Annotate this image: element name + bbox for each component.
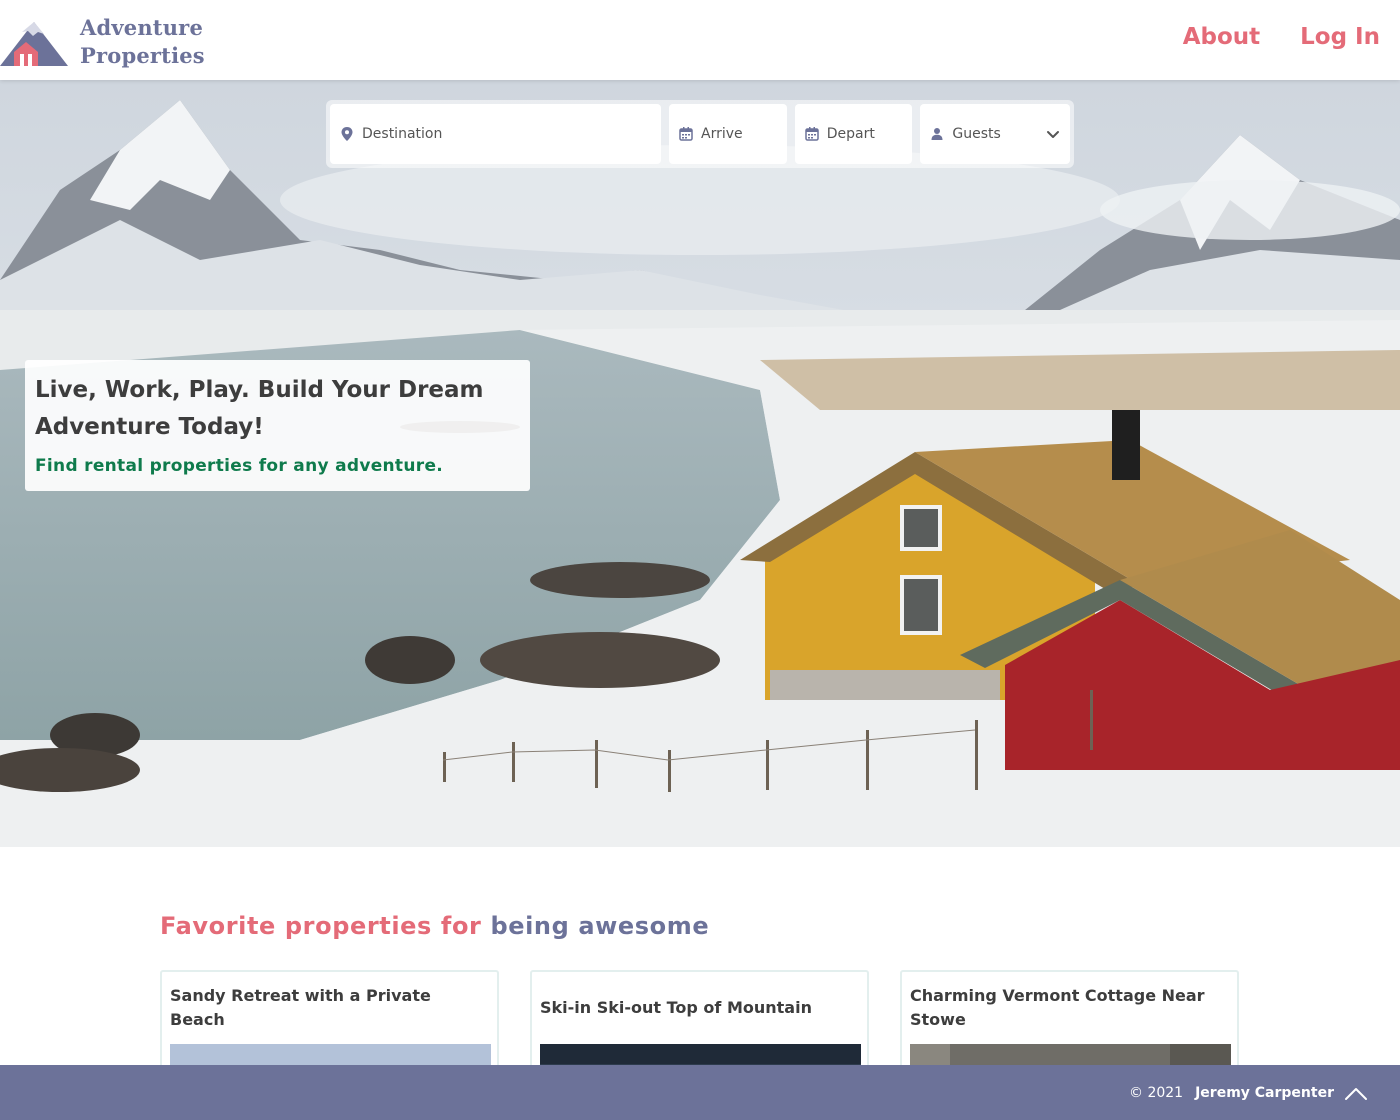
logo-wordmark: Adventure Properties (80, 14, 205, 70)
footer-credits: © 2021 Jeremy Carpenter (1129, 1065, 1334, 1120)
destination-placeholder: Destination (362, 126, 443, 142)
hero-tagline-card: Live, Work, Play. Build Your Dream Adven… (25, 360, 530, 491)
person-icon (931, 128, 943, 140)
arrive-placeholder: Arrive (701, 126, 743, 142)
nav-login-link[interactable]: Log In (1300, 24, 1380, 50)
guests-select[interactable]: Guests (920, 104, 1070, 164)
top-nav: About Log In (1183, 24, 1380, 50)
site-logo[interactable]: Adventure Properties (0, 14, 230, 70)
calendar-icon (804, 127, 819, 141)
favorites-heading-part2: being awesome (490, 912, 710, 940)
favorites-heading: Favorite properties for being awesome (160, 912, 709, 940)
depart-date-field[interactable]: Depart (794, 104, 913, 164)
chevron-down-icon (1046, 131, 1059, 138)
search-bar: Destination Arrive Depart Guests (326, 100, 1074, 168)
chevron-up-icon[interactable] (1344, 1082, 1368, 1106)
footer-copyright: © 2021 (1129, 1084, 1184, 1101)
site-footer: © 2021 Jeremy Carpenter (0, 1065, 1400, 1120)
hero-section: Live, Work, Play. Build Your Dream Adven… (0, 80, 1400, 847)
nav-about-link[interactable]: About (1183, 24, 1260, 50)
calendar-icon (679, 127, 693, 141)
guests-label: Guests (952, 126, 1001, 142)
hero-headline: Live, Work, Play. Build Your Dream Adven… (35, 377, 484, 440)
favorites-heading-part1: Favorite properties for (160, 912, 482, 940)
property-card-title[interactable]: Sandy Retreat with a Private Beach (170, 972, 489, 1044)
hero-subheadline: Find rental properties for any adventure… (35, 456, 444, 476)
property-card-title[interactable]: Charming Vermont Cottage Near Stowe (910, 972, 1229, 1044)
property-card-title[interactable]: Ski-in Ski-out Top of Mountain (540, 972, 859, 1044)
logo-line-1: Adventure (80, 15, 204, 40)
site-header: Adventure Properties About Log In (0, 0, 1400, 80)
destination-field[interactable]: Destination (330, 104, 662, 164)
map-pin-icon (341, 127, 353, 141)
depart-placeholder: Depart (826, 126, 875, 142)
arrive-date-field[interactable]: Arrive (669, 104, 787, 164)
mountain-house-logo-icon (0, 22, 68, 66)
footer-author[interactable]: Jeremy Carpenter (1195, 1085, 1334, 1101)
logo-line-2: Properties (80, 43, 205, 68)
